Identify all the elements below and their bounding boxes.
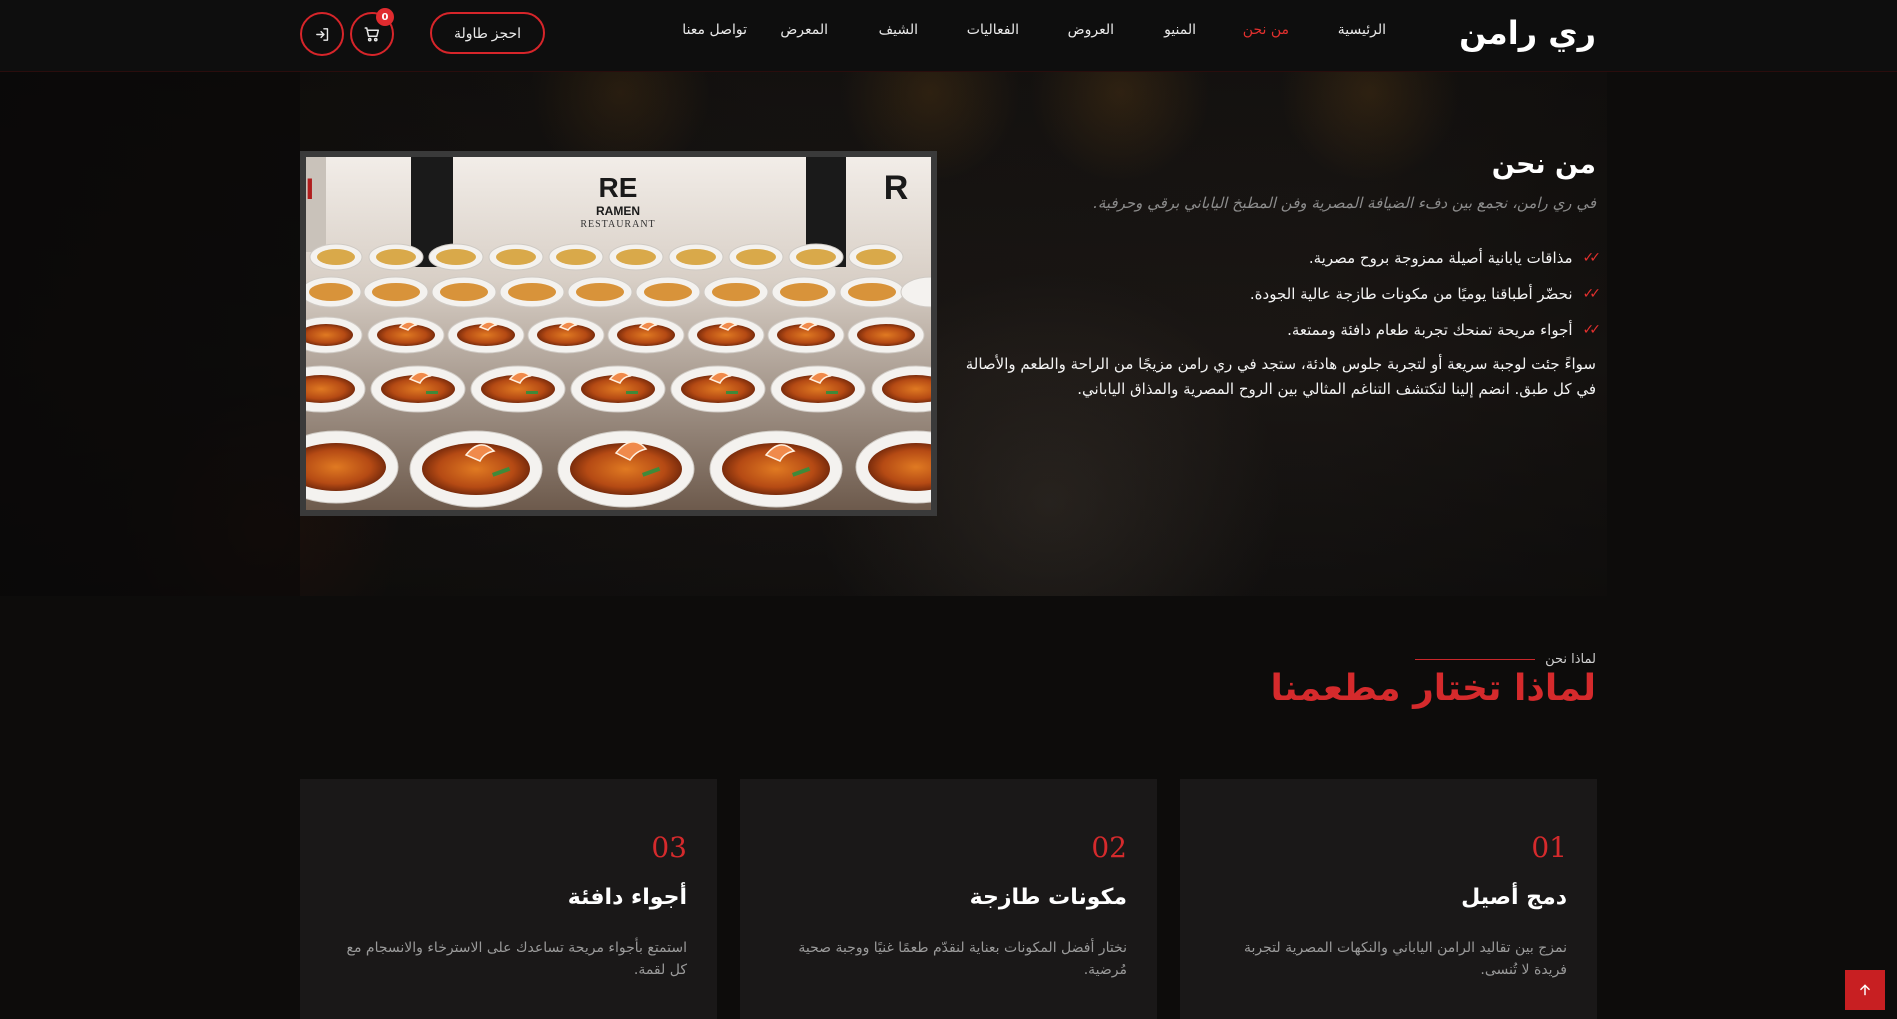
svg-text:R: R [884, 169, 909, 207]
sign-restaurant-text: RESTAURANT [580, 219, 655, 230]
about-right-shade [1607, 72, 1897, 596]
feature-text: أجواء مريحة تمنحك تجربة طعام دافئة وممتع… [1287, 321, 1573, 339]
nav-menu[interactable]: المنيو [1164, 22, 1196, 38]
card-number: 03 [651, 831, 687, 864]
double-check-icon: ✓✓ [1582, 250, 1602, 266]
about-subtitle: في ري رامن، نجمع بين دفء الضيافة المصرية… [1093, 194, 1596, 212]
card-title: أجواء دافئة [567, 885, 687, 910]
nav-contact[interactable]: تواصل معنا [682, 22, 747, 38]
why-eyebrow-label: لماذا نحن [1545, 652, 1596, 667]
double-check-icon: ✓✓ [1582, 322, 1602, 338]
ramen-bowls-image: RE RAMEN RESTAURANT R I [306, 157, 931, 510]
feature-text: نحضّر أطباقنا يوميًا من مكونات طازجة عال… [1249, 285, 1573, 303]
navbar: ري رامن الرئيسية من نحن المنيو العروض ال… [0, 0, 1897, 72]
scroll-to-top-button[interactable] [1845, 970, 1885, 1010]
card-title: دمج أصيل [1461, 885, 1567, 910]
nav-about[interactable]: من نحن [1243, 22, 1289, 38]
why-card: 03 أجواء دافئة استمتع بأجواء مريحة تساعد… [300, 779, 717, 1019]
why-card: 02 مكونات طازجة نختار أفضل المكونات بعنا… [740, 779, 1157, 1019]
card-number: 02 [1091, 831, 1127, 864]
feature-item: ✓✓ أجواء مريحة تمنحك تجربة طعام دافئة وم… [1250, 312, 1602, 348]
nav-gallery[interactable]: المعرض [780, 22, 828, 38]
card-text: استمتع بأجواء مريحة تساعدك على الاسترخاء… [346, 940, 688, 978]
book-table-button[interactable]: احجز طاولة [430, 12, 545, 54]
about-title: من نحن [1491, 149, 1596, 180]
sign-brand-text: RE [599, 172, 638, 203]
feature-item: ✓✓ مذاقات يابانية أصيلة ممزوجة بروح مصري… [1250, 240, 1602, 276]
main-nav: الرئيسية من نحن المنيو العروض الفعاليات … [0, 22, 1897, 42]
ramen-photo: RE RAMEN RESTAURANT R I [300, 151, 937, 516]
why-eyebrow: لماذا نحن [1415, 652, 1596, 667]
feature-item: ✓✓ نحضّر أطباقنا يوميًا من مكونات طازجة … [1249, 276, 1602, 312]
card-text: نمزج بين تقاليد الرامن الياباني والنكهات… [1243, 940, 1567, 978]
login-icon [315, 27, 328, 41]
nav-chef[interactable]: الشيف [879, 22, 918, 38]
cart-button[interactable]: 0 [350, 8, 394, 56]
eyebrow-divider [1415, 659, 1536, 660]
double-check-icon: ✓✓ [1582, 286, 1602, 302]
nav-offers[interactable]: العروض [1068, 22, 1114, 38]
nav-home[interactable]: الرئيسية [1338, 22, 1386, 38]
about-paragraph: سواءً جئت لوجبة سريعة أو لتجربة جلوس هاد… [965, 355, 1596, 398]
card-number: 01 [1531, 831, 1567, 864]
cart-count-badge: 0 [376, 8, 394, 26]
svg-text:I: I [306, 173, 314, 206]
about-left-shade [0, 72, 300, 596]
cart-icon [364, 27, 380, 42]
login-button[interactable] [300, 12, 344, 56]
feature-text: مذاقات يابانية أصيلة ممزوجة بروح مصرية. [1308, 249, 1573, 267]
about-section: من نحن في ري رامن، نجمع بين دفء الضيافة … [0, 72, 1897, 596]
why-card: 01 دمج أصيل نمزج بين تقاليد الرامن الياب… [1180, 779, 1597, 1019]
why-title: لماذا تختار مطعمنا [1270, 668, 1596, 709]
arrow-up-icon [1860, 984, 1870, 996]
card-title: مكونات طازجة [969, 885, 1127, 910]
nav-events[interactable]: الفعاليات [967, 22, 1019, 38]
card-text: نختار أفضل المكونات بعناية لنقدّم طعمًا … [798, 940, 1127, 978]
sign-ramen-text: RAMEN [596, 204, 640, 218]
about-feature-list: ✓✓ مذاقات يابانية أصيلة ممزوجة بروح مصري… [1249, 240, 1602, 348]
